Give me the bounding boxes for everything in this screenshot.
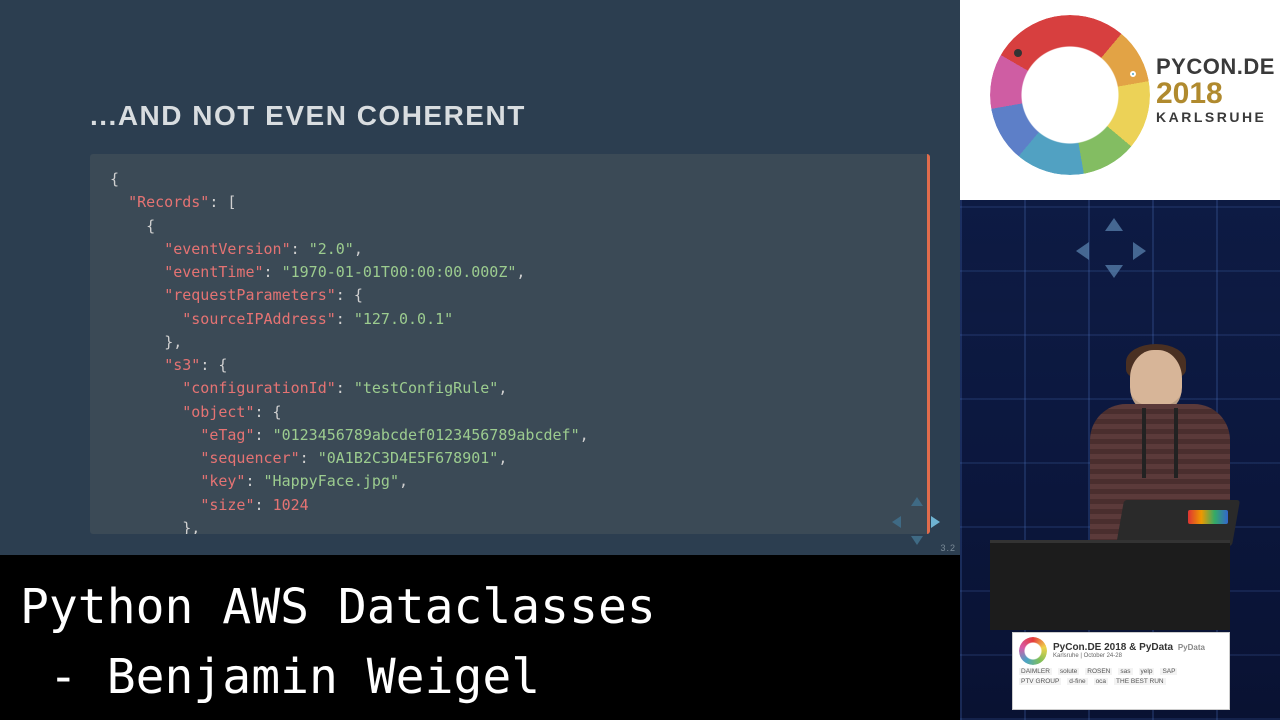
podium-sign: PyCon.DE 2018 & PyData PyData Karlsruhe … <box>1012 632 1230 710</box>
code-line: }, <box>110 517 907 534</box>
logo-line-year: 2018 <box>1156 78 1275 110</box>
mascot-eye-icon <box>1130 71 1136 77</box>
code-line: "eventVersion": "2.0", <box>110 238 907 261</box>
sign-subtitle: & PyData <box>1129 642 1173 653</box>
presentation-slide: ...AND NOT EVEN COHERENT { "Records": [ … <box>0 0 960 555</box>
arrow-right-icon <box>1133 242 1146 260</box>
speaker-name: - Benjamin Weigel <box>20 649 540 705</box>
lectern <box>990 540 1230 630</box>
slide-title: ...AND NOT EVEN COHERENT <box>90 100 930 132</box>
code-line: { <box>110 215 907 238</box>
sponsor-chip: ROSEN <box>1085 668 1112 675</box>
slide-nav-arrows[interactable] <box>890 495 942 547</box>
code-line: "object": { <box>110 401 907 424</box>
event-logo-text: PYCON.DE 2018 KARLSRUHE <box>1156 55 1275 124</box>
sponsor-chip: solute <box>1058 668 1079 675</box>
sponsor-chip: THE BEST RUN <box>1114 678 1166 685</box>
sponsor-chip: yelp <box>1139 668 1155 675</box>
talk-title: Python AWS Dataclasses <box>20 579 656 635</box>
arrow-left-icon[interactable] <box>892 516 901 528</box>
sign-title: PyCon.DE 2018 <box>1053 642 1126 653</box>
slide-counter: 3.2 <box>940 543 956 553</box>
code-line: "Records": [ <box>110 191 907 214</box>
pycon-ring-icon <box>990 15 1150 175</box>
pydata-tag: PyData <box>1178 643 1205 652</box>
sponsor-chip: PTV GROUP <box>1019 678 1061 685</box>
code-line: }, <box>110 331 907 354</box>
laptop-sticker-icon <box>1188 510 1228 524</box>
arrow-left-icon <box>1076 242 1089 260</box>
video-lower-third: Python AWS Dataclasses - Benjamin Weigel <box>0 555 960 720</box>
code-line: "eTag": "0123456789abcdef0123456789abcde… <box>110 424 907 447</box>
code-line: "sourceIPAddress": "127.0.0.1" <box>110 308 907 331</box>
code-line: "configurationId": "testConfigRule", <box>110 377 907 400</box>
projected-nav-arrows <box>1076 218 1146 278</box>
arrow-down-icon[interactable] <box>911 536 923 545</box>
code-block: { "Records": [ { "eventVersion": "2.0", … <box>90 154 930 534</box>
sponsor-chip: sas <box>1118 668 1132 675</box>
arrow-up-icon <box>1105 218 1123 231</box>
pycon-ring-icon <box>1019 637 1047 665</box>
sponsor-chip: DAIMLER <box>1019 668 1052 675</box>
mascot-eye-icon <box>1014 49 1022 57</box>
sponsor-chip: SAP <box>1160 668 1177 675</box>
arrow-right-icon[interactable] <box>931 516 940 528</box>
speaker-camera-feed: PyCon.DE 2018 & PyData PyData Karlsruhe … <box>960 200 1280 720</box>
sponsor-list: DAIMLER solute ROSEN sasyelp SAP PTV GROUP d-f… <box>1019 668 1223 685</box>
event-logo-panel: PYCON.DE 2018 KARLSRUHE <box>960 0 1280 200</box>
arrow-up-icon[interactable] <box>911 497 923 506</box>
sign-location: Karlsruhe | October 24-28 <box>1053 653 1205 660</box>
logo-line-event: PYCON.DE <box>1156 55 1275 78</box>
arrow-down-icon <box>1105 265 1123 278</box>
sponsor-chip: oca <box>1094 678 1108 685</box>
code-line: "eventTime": "1970-01-01T00:00:00.000Z", <box>110 261 907 284</box>
logo-line-city: KARLSRUHE <box>1156 110 1275 125</box>
sponsor-chip: d-fine <box>1067 678 1087 685</box>
code-line: "s3": { <box>110 354 907 377</box>
code-line: "key": "HappyFace.jpg", <box>110 470 907 493</box>
code-line: "sequencer": "0A1B2C3D4E5F678901", <box>110 447 907 470</box>
code-line: "size": 1024 <box>110 494 907 517</box>
code-line: "requestParameters": { <box>110 284 907 307</box>
code-line: { <box>110 168 907 191</box>
